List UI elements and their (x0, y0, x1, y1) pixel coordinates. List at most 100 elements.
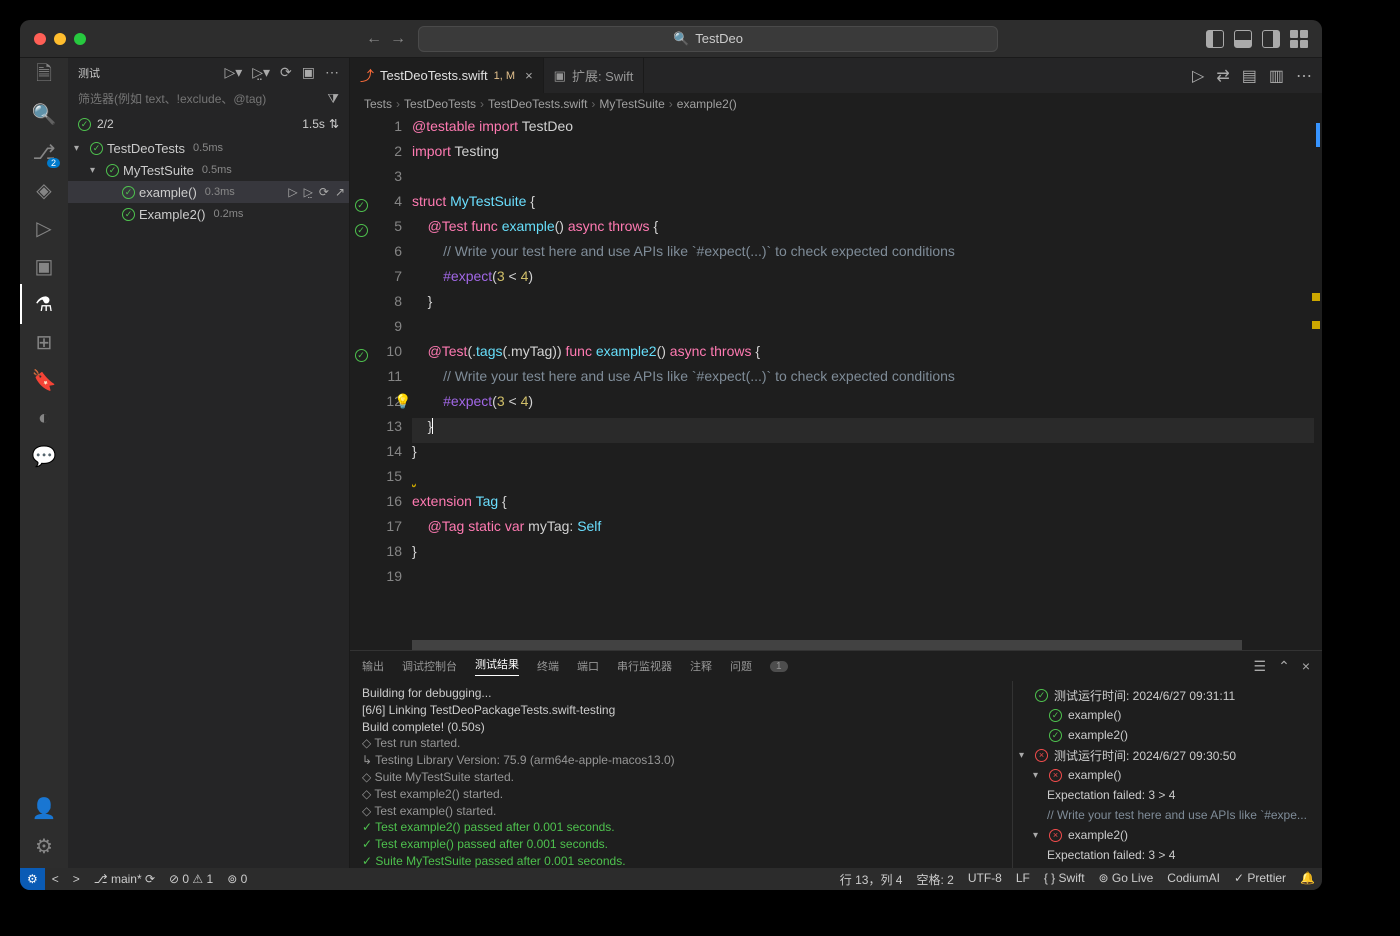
breadcrumb-item[interactable]: TestDeoTests (404, 97, 476, 111)
breadcrumb-item[interactable]: MyTestSuite (599, 97, 664, 111)
test-tree-row[interactable]: ▾✓MyTestSuite0.5ms (68, 159, 349, 181)
split-down-icon[interactable]: ▤ (1242, 66, 1257, 86)
panel-close-icon[interactable]: × (1302, 658, 1310, 675)
panel-tab[interactable]: 注释 (690, 658, 712, 674)
breadcrumb-item[interactable]: example2() (677, 97, 737, 111)
result-row[interactable]: ✓example2() (1019, 725, 1316, 745)
settings-icon[interactable]: ⚙ (32, 834, 56, 858)
run-all-icon[interactable]: ▷▾ (224, 64, 242, 81)
sort-icon[interactable]: ⇅ (329, 117, 339, 131)
horizontal-scrollbar[interactable] (350, 640, 1322, 650)
toggle-panel-icon[interactable] (1234, 30, 1252, 48)
test-output[interactable]: Building for debugging...[6/6] Linking T… (350, 681, 1012, 868)
show-output-icon[interactable]: ▣ (302, 64, 315, 81)
result-row[interactable]: ▾×测试运行时间: 2024/6/27 09:30:50 (1019, 745, 1316, 765)
close-tab-icon[interactable]: × (525, 68, 533, 83)
codium-icon[interactable]: ◐ (32, 406, 56, 430)
status-item[interactable]: 行 13，列 4 (833, 871, 910, 888)
customize-layout-icon[interactable] (1290, 30, 1308, 48)
result-row[interactable]: ▾×example() (1019, 765, 1316, 785)
status-item[interactable]: UTF-8 (961, 871, 1009, 885)
app-window: ← → 🔍 TestDeo 🗎 🔍 ⎇2 ◈ ▷ ▣ ⚗ ⊞ 🔖 ◐ 💬 (20, 20, 1322, 890)
debug-test-icon[interactable]: ▷̤ (304, 185, 313, 199)
filter-input[interactable] (78, 92, 321, 106)
test-pass-gutter-icon[interactable]: ✓ (355, 224, 368, 237)
status-item[interactable]: ⎇ main* ⟳ (87, 868, 162, 890)
status-item[interactable]: ⊚ 0 (220, 868, 254, 890)
test-tree-row[interactable]: ✓Example2()0.2ms (68, 203, 349, 225)
status-item[interactable]: > (66, 868, 87, 890)
panel-tab[interactable]: 输出 (362, 658, 384, 674)
status-item[interactable]: 🔔 (1293, 871, 1322, 885)
accounts-icon[interactable]: 👤 (32, 796, 56, 820)
editor-tab[interactable]: ⤴TestDeoTests.swift1, M× (350, 58, 544, 93)
filter-icon[interactable]: ⧩ (321, 91, 339, 107)
result-row[interactable]: // Write your test here and use APIs lik… (1019, 805, 1316, 825)
debug-all-icon[interactable]: ▷̤▾ (252, 64, 270, 81)
status-item[interactable]: { } Swift (1037, 871, 1092, 885)
breadcrumbs[interactable]: Tests › TestDeoTests › TestDeoTests.swif… (350, 93, 1322, 115)
refresh-tests-icon[interactable]: ⟳ (280, 64, 292, 81)
code-content[interactable]: @testable import TestDeoimport Testingst… (412, 115, 1322, 640)
extensions-icon[interactable]: ▣ (32, 254, 56, 278)
code-editor[interactable]: ✓✓✓ 12345678910111213141516171819 @testa… (350, 115, 1322, 640)
test-pass-gutter-icon[interactable]: ✓ (355, 199, 368, 212)
toggle-secondary-icon[interactable] (1262, 30, 1280, 48)
test-tree-row[interactable]: ✓example()0.3ms▷▷̤⟳↗ (68, 181, 349, 203)
status-item[interactable]: ✓ Prettier (1227, 871, 1293, 885)
editor-tab[interactable]: ▣扩展: Swift (544, 58, 645, 93)
status-item[interactable]: 空格: 2 (909, 871, 960, 888)
nav-back-icon[interactable]: ← (366, 30, 382, 48)
run-debug-icon[interactable]: ▷ (32, 216, 56, 240)
panel-tab[interactable]: 端口 (577, 658, 599, 674)
status-item[interactable]: ⚙ (20, 868, 45, 890)
panel-tab[interactable]: 调试控制台 (402, 658, 457, 674)
close-window[interactable] (34, 33, 46, 45)
source-control-icon[interactable]: ⎇2 (32, 140, 56, 164)
split-right-icon[interactable]: ▥ (1269, 66, 1284, 86)
search-view-icon[interactable]: 🔍 (32, 102, 56, 126)
extra-nav-1-icon[interactable]: ⊞ (32, 330, 56, 354)
test-tree: ▾✓TestDeoTests0.5ms▾✓MyTestSuite0.5ms✓ex… (68, 137, 349, 868)
breadcrumb-item[interactable]: TestDeoTests.swift (488, 97, 587, 111)
status-item[interactable]: ⊘ 0 ⚠ 1 (162, 868, 220, 890)
status-item[interactable]: CodiumAI (1160, 871, 1227, 885)
panel-tab[interactable]: 测试结果 (475, 656, 519, 676)
goto-test-icon[interactable]: ↗ (335, 185, 345, 199)
test-results-tree[interactable]: ✓测试运行时间: 2024/6/27 09:31:11✓example()✓ex… (1012, 681, 1322, 868)
result-row[interactable]: Expectation failed: 3 > 4 (1019, 845, 1316, 865)
more-tests-icon[interactable]: ⋯ (325, 64, 339, 81)
panel-tab[interactable]: 问题 (730, 658, 752, 674)
explorer-icon[interactable]: 🗎 (32, 64, 56, 88)
minimize-window[interactable] (54, 33, 66, 45)
test-tree-row[interactable]: ▾✓TestDeoTests0.5ms (68, 137, 349, 159)
result-row[interactable]: Expectation failed: 3 > 4 (1019, 785, 1316, 805)
status-bar: ⚙<>⎇ main* ⟳⊘ 0 ⚠ 1⊚ 0 行 13，列 4空格: 2UTF-8… (20, 868, 1322, 890)
status-item[interactable]: LF (1009, 871, 1037, 885)
ai-icon[interactable]: ◈ (32, 178, 56, 202)
panel-tab[interactable]: 终端 (537, 658, 559, 674)
panel-tab[interactable]: 串行监视器 (617, 658, 672, 674)
result-row[interactable]: ▾×example2() (1019, 825, 1316, 845)
test-pass-gutter-icon[interactable]: ✓ (355, 349, 368, 362)
panel-menu-icon[interactable]: ☰ (1254, 658, 1267, 675)
coverage-test-icon[interactable]: ⟳ (319, 185, 329, 199)
result-row[interactable]: ✓测试运行时间: 2024/6/27 09:31:11 (1019, 685, 1316, 705)
more-editor-icon[interactable]: ⋯ (1296, 66, 1312, 86)
nav-forward-icon[interactable]: → (390, 30, 406, 48)
chat-icon[interactable]: 💬 (32, 444, 56, 468)
command-search[interactable]: 🔍 TestDeo (418, 26, 998, 52)
run-test-icon[interactable]: ▷ (288, 185, 297, 199)
breadcrumb-item[interactable]: Tests (364, 97, 392, 111)
toggle-sidebar-icon[interactable] (1206, 30, 1224, 48)
result-row[interactable]: ✓example() (1019, 705, 1316, 725)
diff-icon[interactable]: ⇄ (1216, 66, 1229, 86)
maximize-window[interactable] (74, 33, 86, 45)
status-item[interactable]: ⊚ Go Live (1092, 871, 1161, 885)
bookmark-icon[interactable]: 🔖 (32, 368, 56, 392)
panel-collapse-icon[interactable]: ⌃ (1278, 658, 1290, 675)
status-item[interactable]: < (45, 868, 66, 890)
run-file-icon[interactable]: ▷ (1192, 66, 1204, 86)
lightbulb-icon[interactable]: 💡 (394, 393, 411, 410)
testing-icon[interactable]: ⚗ (32, 292, 56, 316)
